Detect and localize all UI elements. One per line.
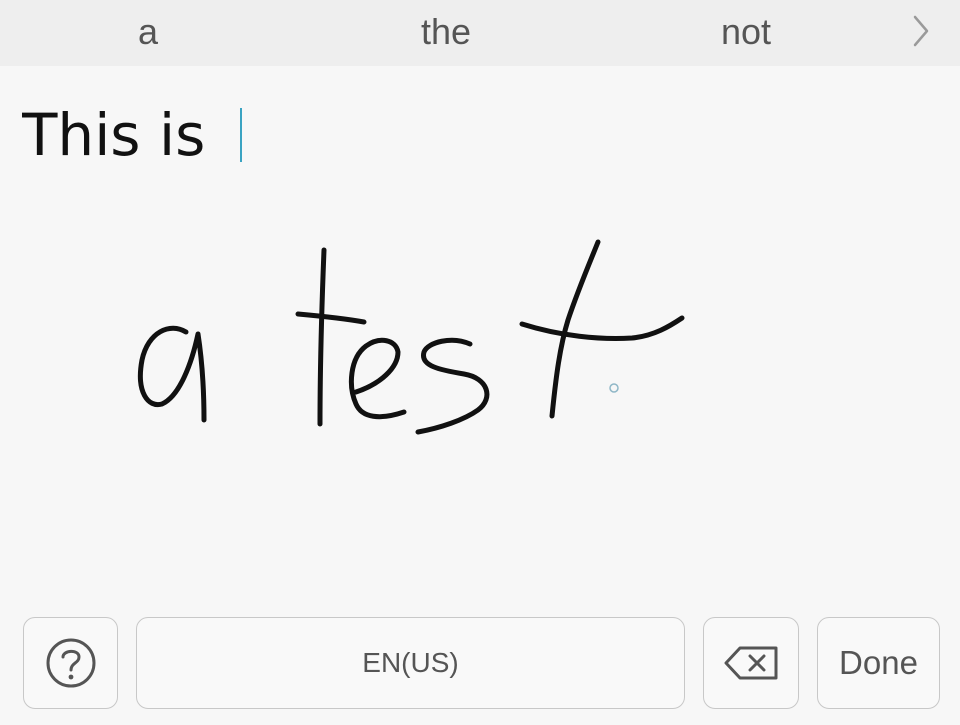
backspace-button[interactable] [703, 617, 799, 709]
handwriting-strokes [137, 239, 685, 435]
recognized-text: This is [22, 101, 205, 169]
suggestion-item[interactable]: not [646, 0, 846, 66]
handwriting-canvas[interactable] [0, 170, 960, 605]
chevron-right-icon[interactable] [908, 14, 932, 48]
done-label: Done [839, 644, 918, 681]
text-cursor [240, 108, 242, 162]
suggestion-item[interactable]: the [346, 0, 546, 66]
suggestion-item[interactable]: a [48, 0, 248, 66]
done-button[interactable]: Done [817, 617, 940, 709]
language-button[interactable]: EN(US) [136, 617, 685, 709]
suggestion-bar: a the not [0, 0, 960, 66]
language-label: EN(US) [362, 647, 459, 678]
help-icon [46, 638, 95, 688]
help-button[interactable] [23, 617, 118, 709]
backspace-icon [724, 646, 778, 680]
recognized-text-content: This is [22, 101, 205, 169]
